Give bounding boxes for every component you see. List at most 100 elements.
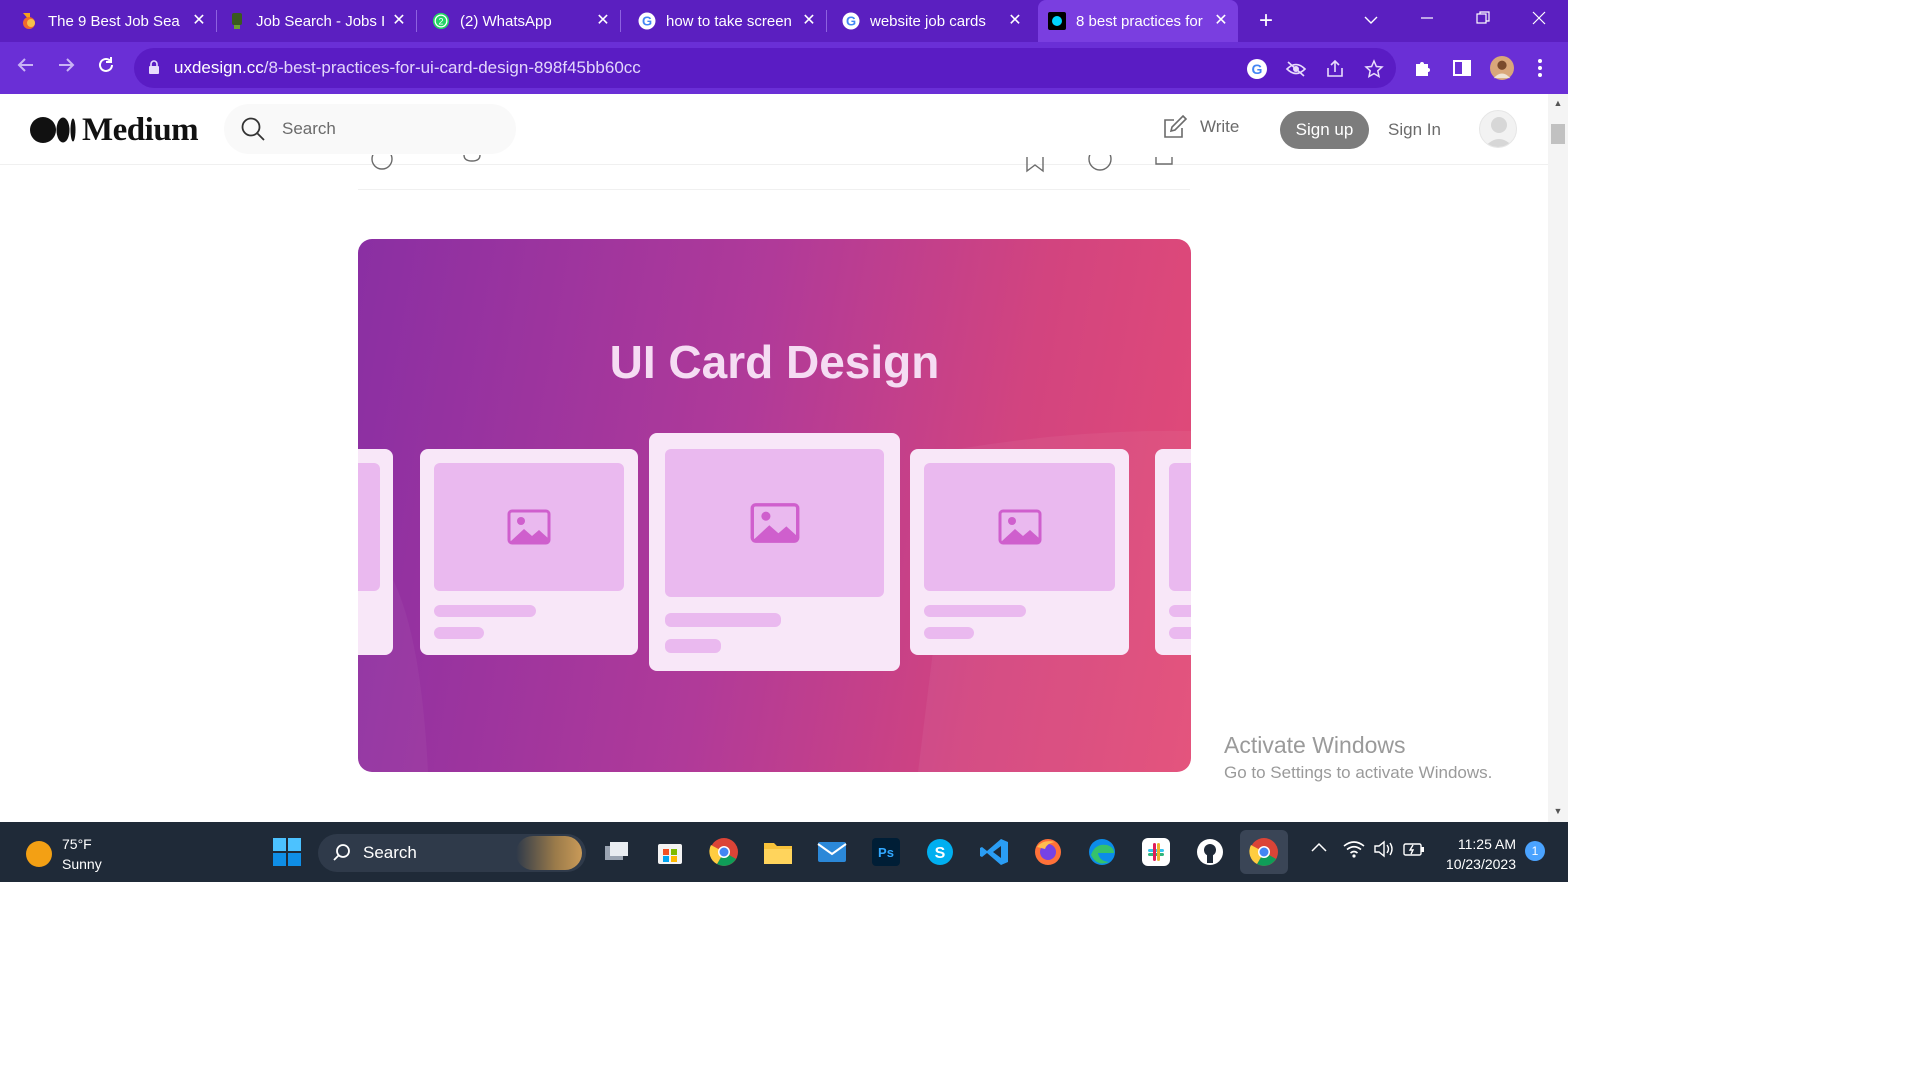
browser-toolbar: uxdesign.cc/8-best-practices-for-ui-card… (0, 42, 1568, 94)
save-bookmark-icon[interactable] (1024, 157, 1046, 173)
lock-icon[interactable] (148, 60, 160, 74)
battery-icon[interactable] (1402, 840, 1426, 862)
store-icon[interactable] (654, 836, 686, 868)
wifi-icon[interactable] (1343, 840, 1365, 862)
clap-icon[interactable] (370, 155, 394, 173)
taskbar-search-box[interactable]: Search (318, 834, 586, 872)
card-image-placeholder (434, 463, 624, 591)
close-tab-icon[interactable]: ✕ (594, 12, 612, 30)
tab-job-search[interactable]: Job Search - Jobs I ✕ (228, 0, 417, 42)
share-icon[interactable] (1154, 157, 1174, 173)
skype-icon[interactable]: S (924, 836, 956, 868)
article-action-bar (358, 155, 1190, 190)
bookmark-star-icon[interactable] (1363, 58, 1385, 80)
image-icon (507, 509, 551, 545)
sign-in-link[interactable]: Sign In (1388, 120, 1441, 140)
firefox-icon[interactable] (1032, 836, 1064, 868)
user-avatar-icon[interactable] (1479, 110, 1517, 148)
google-icon: G (842, 12, 860, 30)
edge-icon[interactable] (1086, 836, 1118, 868)
scroll-down-arrow-icon[interactable]: ▼ (1548, 806, 1568, 820)
close-tab-icon[interactable]: ✕ (1006, 12, 1024, 30)
card-image-placeholder (665, 449, 884, 597)
medium-logo-text: Medium (82, 111, 199, 148)
tab-whatsapp[interactable]: 2 (2) WhatsApp ✕ (432, 0, 621, 42)
address-bar[interactable]: uxdesign.cc/8-best-practices-for-ui-card… (134, 48, 1396, 88)
card-text-line (924, 605, 1026, 617)
clock-time: 11:25 AM (1457, 836, 1516, 852)
medium-logo[interactable]: Medium (30, 111, 199, 148)
close-tab-icon[interactable]: ✕ (190, 12, 208, 30)
profile-avatar-icon[interactable] (1490, 56, 1514, 80)
mail-icon[interactable] (816, 836, 848, 868)
page-scrollbar[interactable]: ▲ ▼ (1548, 94, 1568, 822)
tab-8-best-practices[interactable]: 8 best practices for ✕ (1038, 0, 1238, 42)
write-button[interactable]: Write (1162, 114, 1239, 140)
new-tab-button[interactable]: + (1252, 7, 1280, 35)
scroll-up-arrow-icon[interactable]: ▲ (1548, 98, 1568, 112)
tab-separator (416, 10, 417, 32)
medium-search-input[interactable]: Search (224, 104, 516, 154)
file-explorer-icon[interactable] (762, 836, 794, 868)
vscode-icon[interactable] (978, 836, 1010, 868)
system-clock[interactable]: 11:25 AM 10/23/2023 (1436, 834, 1516, 874)
browser-tab-strip: The 9 Best Job Sea ✕ Job Search - Jobs I… (0, 0, 1568, 42)
comment-icon[interactable] (462, 155, 484, 171)
scrollbar-thumb[interactable] (1551, 124, 1565, 144)
listen-play-icon[interactable] (1087, 155, 1113, 173)
browser-menu-icon[interactable] (1528, 56, 1552, 80)
write-label: Write (1200, 117, 1240, 136)
weather-description: Sunny (62, 856, 102, 872)
google-lens-icon[interactable]: G (1246, 58, 1268, 80)
close-tab-icon[interactable]: ✕ (800, 12, 818, 30)
github-icon[interactable] (1194, 836, 1226, 868)
task-view-icon[interactable] (601, 836, 633, 868)
eye-slash-icon[interactable] (1285, 58, 1307, 80)
tab-job-sea[interactable]: The 9 Best Job Sea ✕ (20, 0, 217, 42)
url-text[interactable]: uxdesign.cc/8-best-practices-for-ui-card… (174, 58, 641, 78)
ui-card-placeholder (358, 449, 393, 655)
activate-windows-watermark: Activate Windows Go to Settings to activ… (1224, 732, 1492, 783)
weather-widget[interactable]: 75°F Sunny (26, 834, 102, 874)
article-hero-image: UI Card Design (358, 239, 1191, 772)
chrome-icon[interactable] (708, 836, 740, 868)
forward-arrow-icon[interactable] (52, 54, 80, 82)
close-window-icon[interactable] (1525, 8, 1553, 34)
card-text-line (665, 639, 721, 653)
ui-card-placeholder (420, 449, 638, 655)
hero-title: UI Card Design (609, 336, 940, 388)
url-path: /8-best-practices-for-ui-card-design-898… (263, 58, 641, 77)
minimize-icon[interactable] (1413, 8, 1441, 34)
watermark-title: Activate Windows (1224, 732, 1406, 758)
tab-search-chevron-down-icon[interactable] (1357, 8, 1385, 34)
restore-icon[interactable] (1469, 8, 1497, 34)
card-image-placeholder (358, 463, 380, 591)
image-icon (750, 503, 799, 543)
card-text-line (1169, 627, 1191, 639)
photoshop-icon[interactable]: Ps (870, 836, 902, 868)
card-text-line (924, 627, 974, 639)
reload-icon[interactable] (92, 54, 120, 82)
chrome-active-icon[interactable] (1240, 830, 1288, 874)
whatsapp-icon: 2 (432, 12, 450, 30)
volume-icon[interactable] (1373, 840, 1395, 862)
search-icon (241, 117, 265, 141)
close-tab-icon[interactable]: ✕ (390, 12, 408, 30)
job-site-favicon-icon (20, 12, 38, 30)
svg-text:G: G (642, 14, 652, 29)
slack-icon[interactable] (1140, 836, 1172, 868)
sun-icon (26, 841, 52, 867)
tab-separator (216, 10, 217, 32)
sign-up-button[interactable]: Sign up (1280, 111, 1369, 149)
close-tab-icon[interactable]: ✕ (1212, 12, 1230, 30)
share-icon[interactable] (1324, 58, 1346, 80)
notification-badge[interactable]: 1 (1525, 841, 1545, 861)
extensions-puzzle-icon[interactable] (1411, 56, 1435, 80)
tab-website-job-cards[interactable]: G website job cards ✕ (842, 0, 1032, 42)
start-icon[interactable] (271, 836, 303, 868)
tab-how-to-take-screen[interactable]: G how to take screen ✕ (638, 0, 827, 42)
side-panel-icon[interactable] (1450, 56, 1474, 80)
write-pencil-icon (1164, 114, 1188, 138)
back-arrow-icon[interactable] (12, 54, 40, 82)
tray-chevron-up-icon[interactable] (1310, 840, 1328, 857)
